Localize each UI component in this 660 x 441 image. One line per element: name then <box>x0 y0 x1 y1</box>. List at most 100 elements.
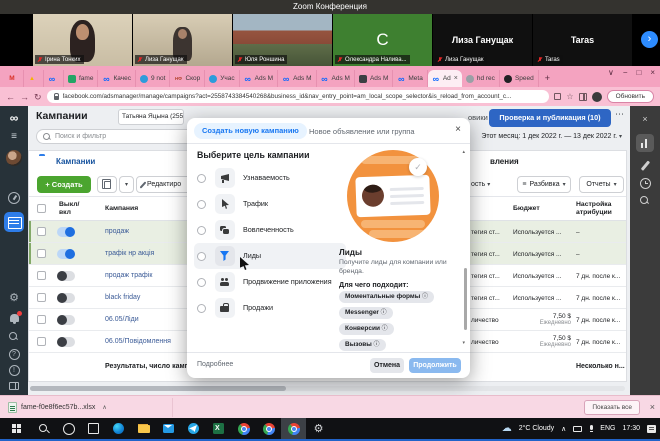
tab-campaigns[interactable]: Кампании <box>56 157 95 166</box>
radio-icon[interactable] <box>197 252 206 261</box>
minimize-icon[interactable]: − <box>623 68 628 78</box>
show-all-button[interactable]: Показать все <box>584 400 640 415</box>
weather-text[interactable]: 2°C Cloudy <box>519 425 554 432</box>
chrome-icon-3[interactable] <box>281 418 306 439</box>
browser-tab[interactable] <box>24 70 44 87</box>
row-checkbox[interactable] <box>37 337 46 346</box>
browser-tab[interactable]: Ads M <box>355 70 393 87</box>
campaign-name[interactable]: трафік нр акція <box>105 250 154 257</box>
date-range-selector[interactable]: Этот месяц: 1 дек 2022 г. — 13 дек 2022 … <box>481 133 622 140</box>
duplicate-button[interactable] <box>97 176 117 193</box>
campaigns-grid-icon[interactable] <box>4 212 24 232</box>
weather-cloud-icon[interactable]: ☁ <box>502 423 512 435</box>
tab-new-ad-or-adset[interactable]: Новое объявление или группа <box>309 127 415 136</box>
browser-tab[interactable]: Meta <box>393 70 427 87</box>
objective-option[interactable]: Узнаваемость <box>194 165 346 191</box>
clock-time[interactable]: 17:30 <box>622 425 640 432</box>
participant-tile[interactable]: Юля Роншина <box>233 14 332 66</box>
excel-icon[interactable] <box>206 418 231 439</box>
browser-tab[interactable]: Качес <box>98 70 136 87</box>
browser-tab[interactable]: 9 not <box>136 70 170 87</box>
browser-tab[interactable]: fame <box>64 70 98 87</box>
campaign-name[interactable]: 06.05/Повідомлення <box>105 338 171 345</box>
chrome-icon[interactable] <box>231 418 256 439</box>
charts-icon[interactable] <box>636 134 654 152</box>
placement-pill[interactable]: Конверсии <box>339 323 394 335</box>
taskbar-search-icon[interactable] <box>31 418 56 439</box>
objective-option[interactable]: Вовлеченность <box>194 217 346 243</box>
participant-tile[interactable]: Taras Taras <box>533 14 632 66</box>
bookmark-star-icon[interactable]: ☆ <box>566 92 573 102</box>
objective-option[interactable]: Трафик <box>194 191 346 217</box>
radio-icon[interactable] <box>197 278 206 287</box>
row-checkbox[interactable] <box>37 293 46 302</box>
new-tab-button[interactable]: + <box>539 70 556 87</box>
account-selector[interactable]: Татьяна Яцына (2558743384540268) <box>118 109 184 125</box>
campaign-name[interactable]: продаж трафік <box>105 272 152 279</box>
microphone-icon[interactable] <box>589 425 593 432</box>
edit-pencil-icon[interactable] <box>641 160 650 170</box>
start-icon[interactable] <box>6 418 31 439</box>
notifications-bell-icon[interactable] <box>10 314 19 322</box>
reload-icon[interactable]: ↻ <box>34 91 42 103</box>
cortana-icon[interactable] <box>56 418 81 439</box>
duplicate-caret-button[interactable]: ▾ <box>119 176 134 193</box>
browser-tab[interactable]: Учас <box>205 70 239 87</box>
review-publish-button[interactable]: Проверка и публикация (10) <box>489 109 611 127</box>
discard-drafts-fragment[interactable]: овики <box>468 113 488 122</box>
settings-gear-icon[interactable]: ⚙ <box>9 292 19 304</box>
participant-tile[interactable]: Ірина Тонких <box>33 14 132 66</box>
row-checkbox[interactable] <box>37 271 46 280</box>
row-checkbox[interactable] <box>37 249 46 258</box>
participant-tile[interactable]: C Олександра Налива... <box>333 14 432 66</box>
telegram-icon[interactable] <box>181 418 206 439</box>
campaign-name[interactable]: 06.05/Ліди <box>105 316 139 323</box>
file-explorer-icon[interactable] <box>131 418 156 439</box>
campaign-toggle[interactable] <box>57 337 75 347</box>
radio-icon[interactable] <box>197 226 206 235</box>
chrome-icon-2[interactable] <box>256 418 281 439</box>
close-window-icon[interactable]: × <box>650 68 655 78</box>
placement-pill[interactable]: Вызовы <box>339 339 386 351</box>
close-panel-icon[interactable]: × <box>642 114 647 124</box>
tab-ads-fragment[interactable]: вления <box>490 157 519 166</box>
settings-gear-icon[interactable] <box>306 418 331 439</box>
campaign-name[interactable]: продаж <box>105 228 129 235</box>
reports-button[interactable]: Отчеты▾ <box>579 176 624 193</box>
next-participants-button[interactable]: › <box>641 31 658 48</box>
downloaded-file-chip[interactable]: fame-f0e8f6ec57b...xlsx ∧ <box>8 400 107 415</box>
browser-tab[interactable]: Скор <box>170 70 205 87</box>
forward-icon[interactable]: → <box>20 91 29 103</box>
performance-fragment[interactable]: ость ▾ <box>471 181 490 188</box>
participant-tile[interactable]: Лиза Ганущак Лиза Ганущак <box>433 14 532 66</box>
refresh-button[interactable]: Обновить <box>607 90 654 103</box>
close-icon[interactable]: × <box>455 125 461 135</box>
objective-option[interactable]: Продвижение приложения <box>194 269 346 295</box>
tab-new-campaign[interactable]: Создать новую кампанию <box>194 123 307 139</box>
continue-button[interactable]: Продолжить <box>409 358 461 373</box>
browser-tab[interactable]: Ads M <box>240 70 278 87</box>
help-icon[interactable]: ? <box>9 349 20 360</box>
scroll-up-icon[interactable]: ▴ <box>462 150 465 155</box>
browser-tab[interactable]: Ads M <box>278 70 316 87</box>
url-text[interactable]: facebook.com/adsmanager/manage/campaigns… <box>63 93 512 100</box>
browser-tab[interactable] <box>44 70 64 87</box>
language-indicator[interactable]: ENG <box>600 425 615 432</box>
radio-icon[interactable] <box>197 200 206 209</box>
back-icon[interactable]: ← <box>6 91 15 103</box>
row-checkbox[interactable] <box>37 227 46 236</box>
placement-pill[interactable]: Моментальные формы <box>339 291 434 303</box>
tab-list-icon[interactable]: ∨ <box>608 68 614 78</box>
select-all-checkbox[interactable] <box>37 204 46 213</box>
campaign-toggle[interactable] <box>57 249 75 259</box>
browser-tab[interactable] <box>4 70 24 87</box>
horizontal-scrollbar[interactable] <box>30 386 625 391</box>
browser-tab[interactable]: Ad <box>428 70 462 87</box>
history-clock-icon[interactable] <box>640 178 651 189</box>
campaign-name[interactable]: black friday <box>105 294 140 301</box>
user-avatar[interactable] <box>6 150 22 166</box>
more-options-icon[interactable]: ⋯ <box>615 109 624 120</box>
download-chevron-icon[interactable]: ∧ <box>102 404 106 411</box>
browser-tab[interactable]: Ads M <box>317 70 355 87</box>
objective-option[interactable]: Лиды <box>194 243 346 269</box>
